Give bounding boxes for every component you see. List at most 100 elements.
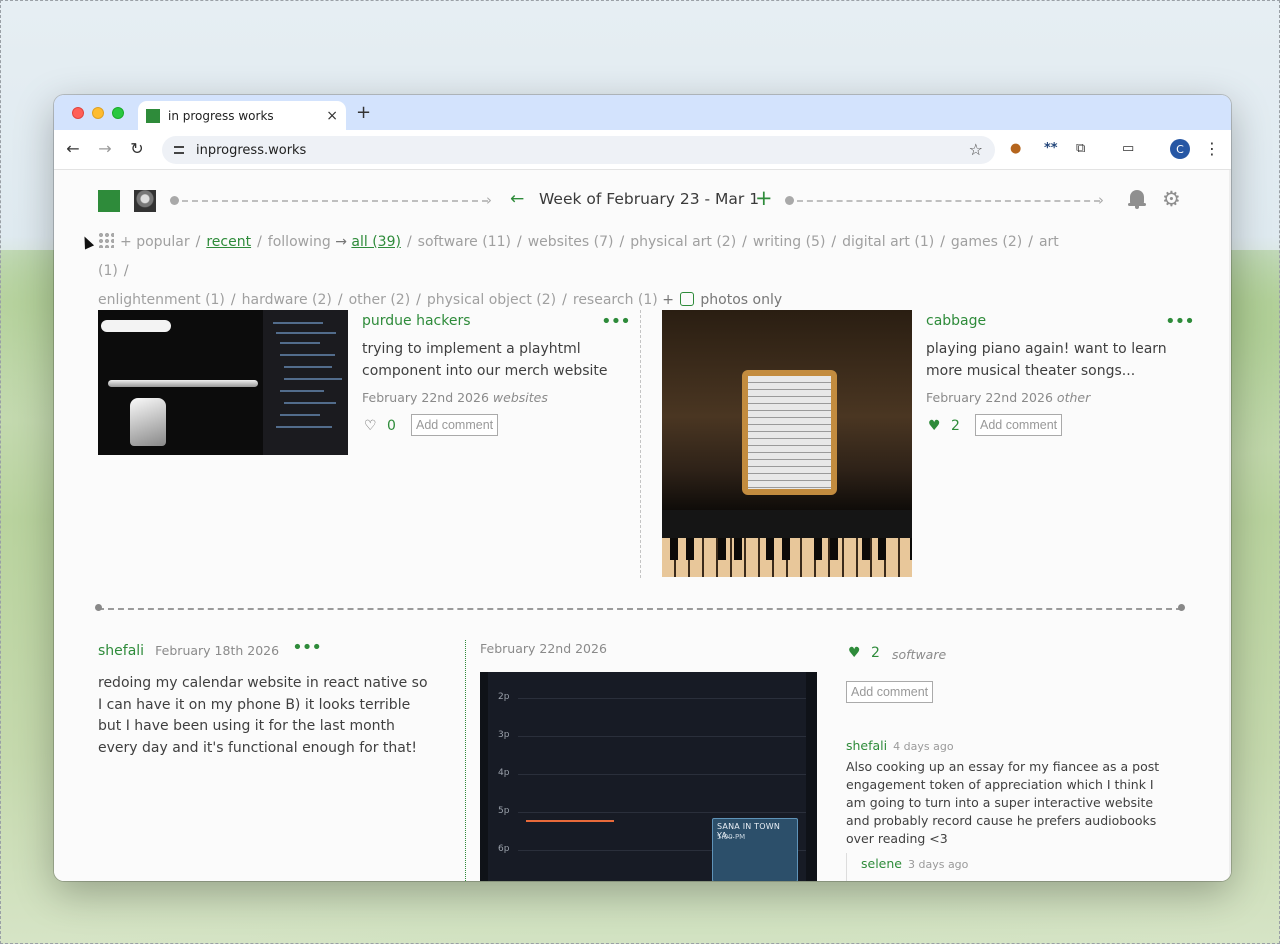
filter-arrow-icon: → [335,234,347,250]
calendar-hour-label: 3p [498,730,510,740]
post-category[interactable]: other [1057,390,1090,405]
new-tab-button[interactable]: + [356,102,371,123]
divider-dot-left [95,604,102,611]
filter-research[interactable]: research (1) [573,292,658,308]
prev-week-button[interactable]: ← [510,189,524,209]
extension-asterisk-icon[interactable]: ** [1044,141,1058,156]
post-author[interactable]: shefali [98,643,144,659]
timeline-dash-right [797,200,1100,202]
address-bar[interactable]: inprogress.works ☆ [162,136,995,164]
add-post-button[interactable]: + [755,186,773,210]
tab-title: in progress works [168,108,274,123]
post-image[interactable] [662,310,912,577]
back-button[interactable]: ← [63,139,83,158]
post-author[interactable]: purdue hackers [362,313,471,329]
comment-author[interactable]: selene [861,856,902,871]
timeline-dot [170,196,179,205]
zoom-window-button[interactable] [112,107,124,119]
minimize-window-button[interactable] [92,107,104,119]
url-text[interactable]: inprogress.works [196,143,306,158]
grid-view-icon[interactable] [98,232,114,248]
site-info-icon[interactable] [172,143,186,157]
post-image[interactable] [98,310,348,455]
timeline-arrow-icon: › [486,191,492,209]
filter-writing[interactable]: writing (5) [753,234,826,250]
filter-physical-object[interactable]: physical object (2) [427,292,556,308]
more-options-icon[interactable]: ••• [292,639,322,657]
filter-plus-2: + [662,292,674,308]
site-logo[interactable] [98,190,120,212]
filter-popular[interactable]: popular [136,234,189,250]
comment-reply: selene 3 days ago [846,853,1176,881]
post-category[interactable]: software [892,647,946,662]
post-author[interactable]: cabbage [926,313,986,329]
like-button[interactable]: ♥ 2 [928,418,960,434]
week-title: Week of February 23 - Mar 1 [539,190,760,208]
browser-menu-icon[interactable]: ⋮ [1204,139,1220,158]
comment: shefali 4 days ago Also cooking up an ess… [846,735,1176,848]
comment-time: 4 days ago [893,740,954,753]
post-body: playing piano again! want to learn more … [926,341,1167,379]
post-date: February 18th 2026 [155,643,280,658]
add-comment-button[interactable]: Add comment [975,414,1063,436]
like-button[interactable]: ♥ 2 [848,645,880,661]
close-tab-icon[interactable]: × [326,108,338,124]
like-button[interactable]: ♡ 0 [364,418,396,434]
timeline-dot-right [785,196,794,205]
add-comment-button[interactable]: Add comment [846,681,934,703]
heart-filled-icon: ♥ [848,645,861,661]
filter-bar: + popular / recent / following → all (39) / so… [98,232,1059,308]
filter-plus: + [120,234,132,250]
scrollbar[interactable] [1229,170,1231,881]
close-window-button[interactable] [72,107,84,119]
forward-button[interactable]: → [95,139,115,158]
extension-acorn-icon[interactable]: ● [1010,141,1021,156]
like-count: 0 [387,418,396,434]
filter-following[interactable]: following [268,234,331,250]
browser-window: in progress works × + ← → ↻ inprogress.w… [54,95,1231,881]
filter-websites[interactable]: websites (7) [528,234,614,250]
next-week-arrow-icon[interactable]: › [1098,191,1104,209]
profile-avatar[interactable]: C [1170,139,1190,159]
photos-only-checkbox[interactable] [680,292,695,306]
filter-other[interactable]: other (2) [349,292,411,308]
bookmark-star-icon[interactable]: ☆ [969,140,983,159]
notifications-bell-icon[interactable] [1128,189,1146,209]
post-image-calendar[interactable]: 2p 3p 4p 5p 6p SANA IN TOWN YA... 5:00 P… [480,672,817,881]
filter-games[interactable]: games (2) [951,234,1022,250]
active-tab[interactable]: in progress works × [138,101,346,130]
page-content: › ← Week of February 23 - Mar 1 + › ⚙ + … [54,170,1231,881]
week-header: › ← Week of February 23 - Mar 1 + › ⚙ [98,186,1190,212]
comment-author[interactable]: shefali [846,738,887,753]
post-category[interactable]: websites [493,390,548,405]
heart-filled-icon: ♥ [928,418,941,434]
post-body: trying to implement a playhtml component… [362,341,608,379]
filter-all[interactable]: all (39) [351,234,401,250]
section-divider [98,608,1182,610]
calendar-hour-label: 4p [498,768,510,778]
post-card-text: shefali February 18th 2026 ••• redoing m… [98,639,438,880]
filter-hardware[interactable]: hardware (2) [242,292,332,308]
heart-outline-icon: ♡ [364,418,377,434]
extensions-puzzle-icon[interactable]: ⧉ [1076,141,1085,156]
reload-button[interactable]: ↻ [127,139,147,158]
add-comment-button[interactable]: Add comment [411,414,499,436]
post-card: cabbage ••• playing piano again! want to… [662,310,1195,580]
photos-only-label[interactable]: photos only [700,292,782,308]
comment-time: 3 days ago [907,858,969,871]
more-options-icon[interactable]: ••• [1165,313,1195,331]
filter-physical-art[interactable]: physical art (2) [630,234,736,250]
user-avatar[interactable] [134,190,156,212]
cast-search-icon[interactable]: ▭ [1122,141,1134,156]
like-count: 2 [871,645,880,661]
post-card: purdue hackers ••• trying to implement a… [98,310,631,580]
filter-enlightenment[interactable]: enlightenment (1) [98,292,225,308]
filter-digital-art[interactable]: digital art (1) [842,234,934,250]
post-meta: February 22nd 2026 websites [362,390,548,405]
divider-dot-right [1178,604,1185,611]
settings-gear-icon[interactable]: ⚙ [1162,187,1181,211]
filter-software[interactable]: software (11) [418,234,511,250]
filter-recent[interactable]: recent [206,234,251,250]
calendar-event-time: 5:00 PM [717,833,746,841]
more-options-icon[interactable]: ••• [601,313,631,331]
